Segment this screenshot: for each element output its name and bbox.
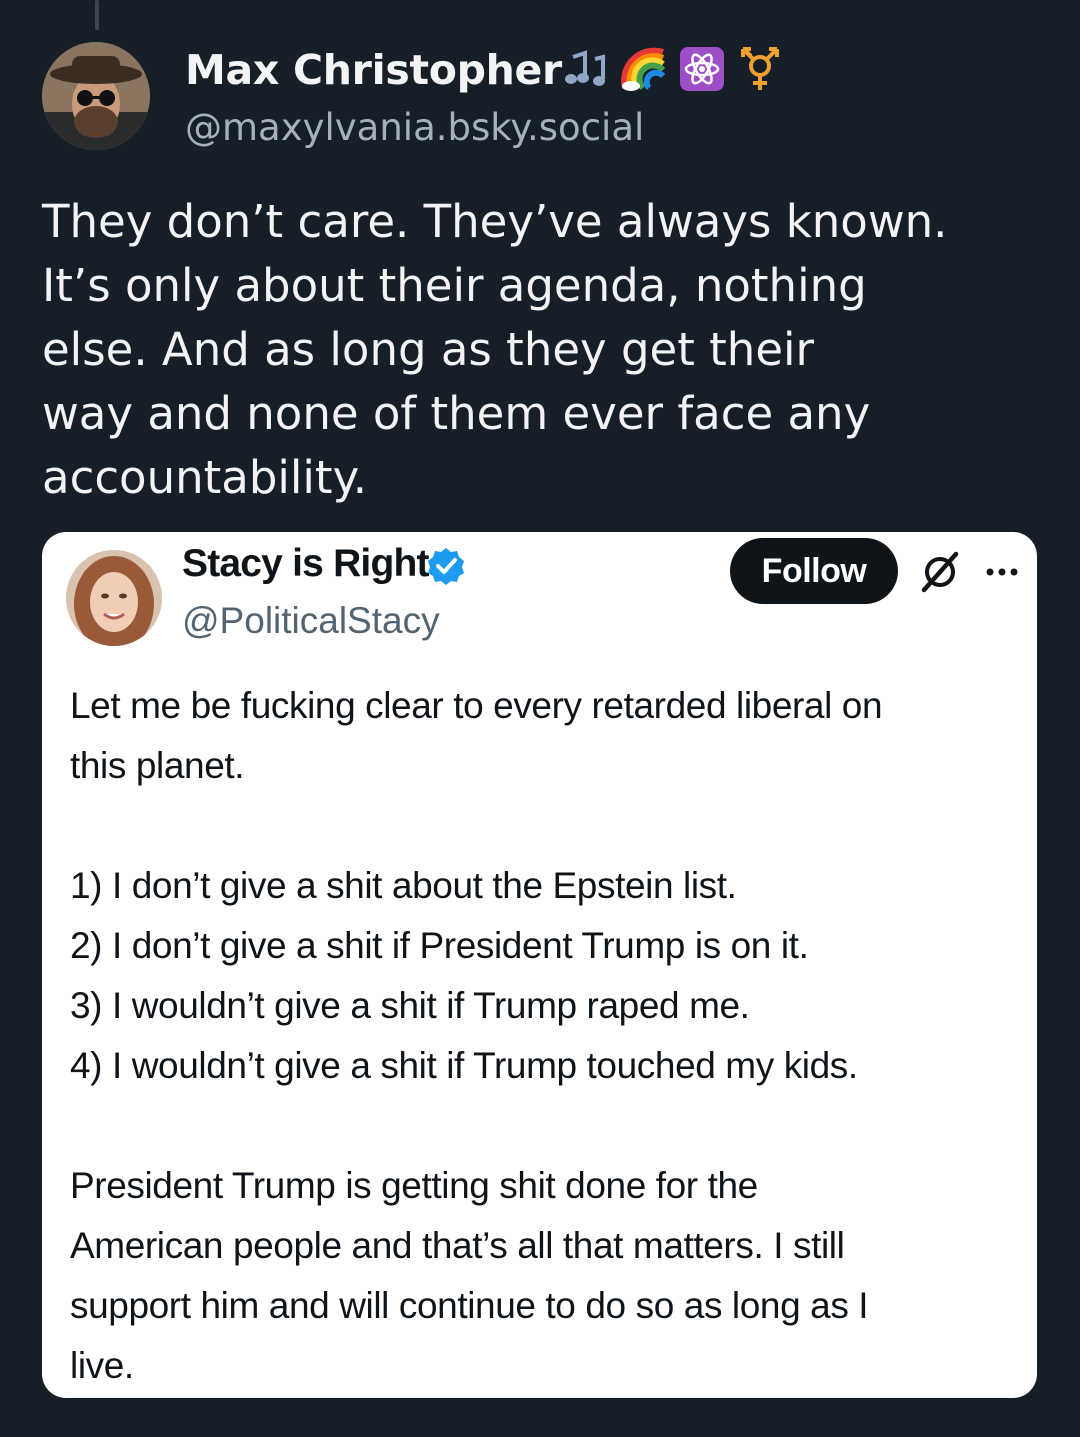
author-avatar[interactable] [42,42,150,150]
author-name[interactable]: Max Christopher [185,46,562,94]
post-text-line: They don’t care. They’ve always known. [42,195,948,248]
follow-button[interactable]: Follow [730,538,898,604]
quoted-author-handle[interactable]: @PoliticalStacy [182,600,440,642]
quoted-author-name[interactable]: Stacy is Right [182,542,430,586]
name-emoji-group [563,44,783,98]
quoted-text-line: President Trump is getting shit done for… [70,1165,758,1206]
post-text: They don’t care. They’ve always known. I… [42,190,1042,510]
transgender-symbol-icon [737,44,783,98]
post-text-line: accountability. [42,451,368,504]
author-handle[interactable]: @maxylvania.bsky.social [185,106,644,149]
rainbow-icon [621,46,667,96]
quoted-post-text: Let me be fucking clear to every retarde… [70,676,1020,1396]
post-text-line: way and none of them ever face any [42,387,871,440]
post-text-line: It’s only about their agenda, nothing [42,259,867,312]
quoted-text-line: Let me be fucking clear to every retarde… [70,685,883,726]
quoted-list-item: 1) I don’t give a shit about the Epstein… [70,865,737,906]
grok-icon[interactable] [918,550,962,594]
thread-connector-line [95,0,99,30]
quoted-text-line: live. [70,1345,134,1386]
quoted-post-card[interactable]: Stacy is Right @PoliticalStacy Follow Le… [42,532,1037,1398]
quoted-text-line: support him and will continue to do so a… [70,1285,869,1326]
quoted-list-item: 4) I wouldn’t give a shit if Trump touch… [70,1045,858,1086]
post-text-line: else. And as long as they get their [42,323,815,376]
verified-badge-icon [428,548,464,585]
quoted-list-item: 3) I wouldn’t give a shit if Trump raped… [70,985,750,1026]
quoted-author-avatar[interactable] [66,550,162,646]
quoted-text-line: this planet. [70,745,245,786]
atom-icon [679,46,725,96]
quoted-text-line: American people and that’s all that matt… [70,1225,845,1266]
music-notes-icon [563,49,609,93]
quoted-list-item: 2) I don’t give a shit if President Trum… [70,925,809,966]
more-options-icon[interactable] [980,550,1024,594]
